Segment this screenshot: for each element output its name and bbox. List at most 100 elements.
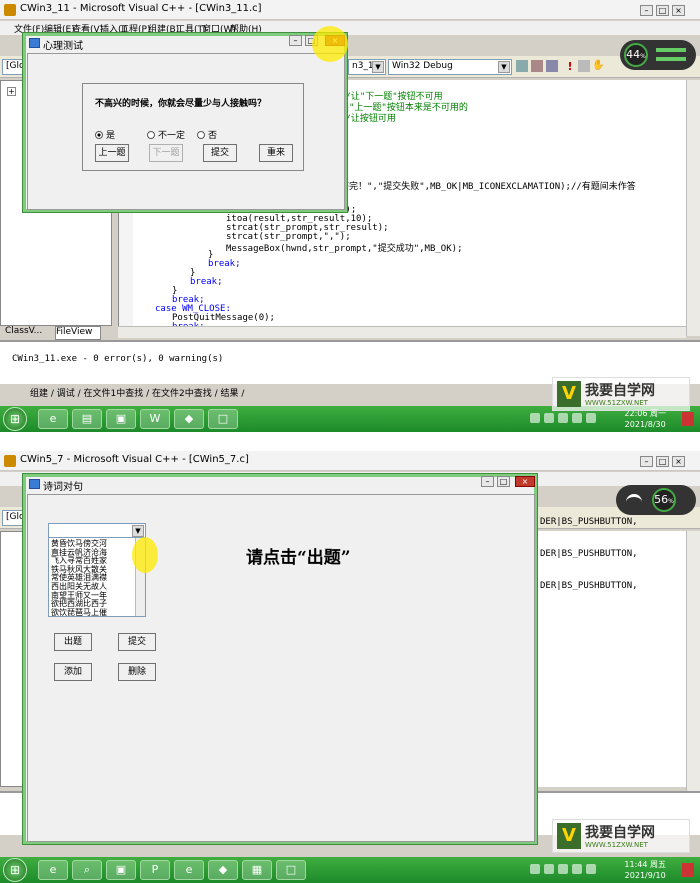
notification-icon[interactable] <box>682 863 694 877</box>
taskbar-window-icon[interactable]: □ <box>276 860 306 880</box>
taskbar-folder-icon[interactable]: ▣ <box>106 860 136 880</box>
vc-titlebar: CWin5_7 - Microsoft Visual C++ - [CWin5_… <box>0 451 700 471</box>
window-title: CWin5_7 - Microsoft Visual C++ - [CWin5_… <box>20 454 249 465</box>
maximize-button[interactable]: □ <box>656 5 669 16</box>
question-button[interactable]: 出题 <box>54 633 92 651</box>
start-button[interactable]: ⊞ <box>3 858 27 882</box>
tray-icon[interactable] <box>544 864 554 874</box>
minimize-button[interactable]: – <box>640 5 653 16</box>
poem-listbox[interactable]: 黄昏饮马傍交河 直挂云帆济沧海 飞入寻常百姓家 铁马秋风大散关 常使英雄泪满襟 西出阳关无… <box>48 537 146 617</box>
tray-icon[interactable] <box>558 864 568 874</box>
taskbar-browser-icon[interactable]: e <box>174 860 204 880</box>
question-group: 不高兴的时候，你就会尽量少与人接触吗？ 是 不一定 否 上一题 下一题 提交 重… <box>82 83 304 171</box>
option-no-radio[interactable]: 否 <box>197 128 217 141</box>
editor-scrollbar-v[interactable] <box>686 80 700 336</box>
close-button[interactable]: × <box>672 5 685 16</box>
code-line: DER|BS_PUSHBUTTON, <box>540 581 638 591</box>
tray-icon[interactable] <box>572 413 582 423</box>
project-combo[interactable]: n3_11 ▼ <box>348 59 386 75</box>
site-logo: V 我要自学网 WWW.51ZXW.NET <box>552 819 690 853</box>
visual-cpp-icon <box>4 4 16 16</box>
cursor-highlight <box>312 26 348 62</box>
taskbar-folder-icon[interactable]: ▣ <box>106 409 136 429</box>
logo-mark: V <box>557 381 581 407</box>
tray-icon[interactable] <box>586 864 596 874</box>
speed-icon-2 <box>656 57 686 61</box>
taskbar-clock[interactable]: 11:44 周五 2021/9/10 <box>624 859 666 881</box>
submit-button[interactable]: 提交 <box>203 144 237 162</box>
tray-icon[interactable] <box>530 864 540 874</box>
submit-button[interactable]: 提交 <box>118 633 156 651</box>
taskbar-vc-icon[interactable]: ◆ <box>174 409 204 429</box>
taskbar-ie-icon[interactable]: e <box>38 409 68 429</box>
build-all-icon[interactable] <box>546 60 558 72</box>
code-line: MessageBox(hwnd,str_prompt,"提交成功",MB_OK)… <box>226 244 463 254</box>
taskbar-explorer-icon[interactable]: ▤ <box>72 409 102 429</box>
tray-icon[interactable] <box>530 413 540 423</box>
workspace-pane <box>0 531 24 787</box>
next-question-button[interactable]: 下一题 <box>149 144 183 162</box>
dialog-title: 心理测试 <box>43 41 83 52</box>
top-screen: CWin3_11 - Microsoft Visual C++ - [CWin3… <box>0 0 700 432</box>
dialog-minimize-button[interactable]: – <box>289 35 302 46</box>
taskbar-word-icon[interactable]: W <box>140 409 170 429</box>
output-tab-list[interactable]: 组建 / 调试 / 在文件1中查找 / 在文件2中查找 / 结果 / <box>30 386 244 399</box>
close-button[interactable]: × <box>672 456 685 467</box>
build-icon[interactable] <box>531 60 543 72</box>
reset-button[interactable]: 重来 <box>259 144 293 162</box>
workspace-tab-file[interactable]: FileView <box>55 326 101 340</box>
taskbar-vc-icon[interactable]: ◆ <box>208 860 238 880</box>
config-combo[interactable]: Win32 Debug ▼ <box>388 59 512 75</box>
dialog-client: ▼ 黄昏饮马傍交河 直挂云帆济沧海 飞入寻常百姓家 铁马秋风大散关 常使英雄泪满襟 西出阳… <box>27 494 535 842</box>
notification-icon[interactable] <box>682 412 694 426</box>
list-item[interactable]: 欲饮琵琶马上催 <box>51 608 107 617</box>
workspace-tab-class[interactable]: ClassV... <box>5 326 53 340</box>
minimize-button[interactable]: – <box>640 456 653 467</box>
tray-icon[interactable] <box>586 413 596 423</box>
taskbar-search-icon[interactable]: ⌕ <box>72 860 102 880</box>
compile-icon[interactable] <box>516 60 528 72</box>
option-maybe-radio[interactable]: 不一定 <box>147 128 185 141</box>
dialog-close-button[interactable]: × <box>515 476 535 487</box>
hand-icon[interactable]: ✋ <box>592 60 604 72</box>
visual-cpp-icon <box>4 455 16 467</box>
taskbar-app-icon[interactable]: □ <box>208 409 238 429</box>
tray-icon[interactable] <box>558 413 568 423</box>
logo-name: 我要自学网 <box>585 383 655 399</box>
prev-question-button[interactable]: 上一题 <box>95 144 129 162</box>
code-line: 答完！","提交失败",MB_OK|MB_ICONEXCLAMATION);//… <box>340 182 636 192</box>
logo-url: WWW.51ZXW.NET <box>585 399 648 407</box>
dialog-title: 诗词对句 <box>43 482 83 493</box>
code-line: DER|BS_PUSHBUTTON, <box>540 549 638 559</box>
wifi-off-icon <box>626 494 642 506</box>
code-line: break; <box>190 277 223 287</box>
editor-scrollbar-h[interactable] <box>118 326 686 338</box>
option-yes-radio[interactable]: 是 <box>95 128 115 141</box>
cursor-highlight <box>132 537 158 573</box>
execute-icon[interactable]: ! <box>564 60 576 73</box>
tray-icon[interactable] <box>544 413 554 423</box>
question-text: 不高兴的时候，你就会尽量少与人接触吗？ <box>95 99 267 109</box>
add-button[interactable]: 添加 <box>54 663 92 681</box>
cpu-percent: 44% <box>624 43 648 67</box>
logo-mark: V <box>557 823 581 849</box>
dialog-maximize-button[interactable]: □ <box>497 476 510 487</box>
speed-icon <box>656 48 686 52</box>
tree-expander[interactable]: + <box>7 87 16 96</box>
editor-scrollbar-v[interactable] <box>686 531 700 811</box>
delete-button[interactable]: 删除 <box>118 663 156 681</box>
taskbar-clock[interactable]: 22:06 周一 2021/8/30 <box>624 408 666 430</box>
code-line: DER|BS_PUSHBUTTON, <box>540 517 638 527</box>
maximize-button[interactable]: □ <box>656 456 669 467</box>
taskbar-app-icon[interactable]: ▦ <box>242 860 272 880</box>
taskbar-ie-icon[interactable]: e <box>38 860 68 880</box>
dialog-minimize-button[interactable]: – <box>481 476 494 487</box>
start-button[interactable]: ⊞ <box>3 407 27 431</box>
taskbar-ppt-icon[interactable]: P <box>140 860 170 880</box>
go-icon[interactable] <box>578 60 590 72</box>
psych-test-dialog: 心理测试 – □ × 不高兴的时候，你就会尽量少与人接触吗？ 是 不一定 否 上… <box>22 32 348 213</box>
code-editor[interactable] <box>536 531 686 787</box>
build-output: CWin3_11.exe - 0 error(s), 0 warning(s) <box>12 354 224 364</box>
bottom-screen: CWin5_7 - Microsoft Visual C++ - [CWin5_… <box>0 451 700 883</box>
tray-icon[interactable] <box>572 864 582 874</box>
